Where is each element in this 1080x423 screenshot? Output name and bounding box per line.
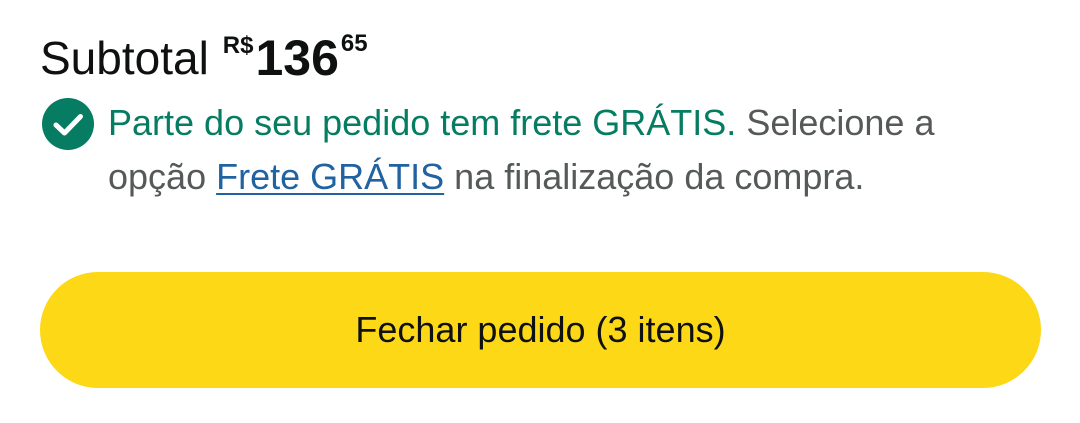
price-whole: 136 [255,30,339,86]
checkout-button-label: Fechar pedido (3 itens) [355,309,726,350]
subtotal-price: R$ 136 65 [223,22,368,94]
subtotal-label: Subtotal [40,32,209,84]
price-fraction: 65 [340,30,368,57]
checkout-button[interactable]: Fechar pedido (3 itens) [40,272,1041,388]
free-shipping-message: Parte do seu pedido tem frete GRÁTIS. Se… [42,96,1042,204]
price-currency-symbol: R$ [222,32,254,59]
shipping-text: Parte do seu pedido tem frete GRÁTIS. Se… [108,96,1042,204]
subtotal-row: Subtotal R$ 136 65 [40,22,368,94]
check-circle-icon [42,98,94,150]
free-shipping-link[interactable]: Frete GRÁTIS [216,156,444,197]
shipping-instruction-after: na finalização da compra. [454,156,865,197]
free-shipping-note: Parte do seu pedido tem frete GRÁTIS. [108,102,737,143]
